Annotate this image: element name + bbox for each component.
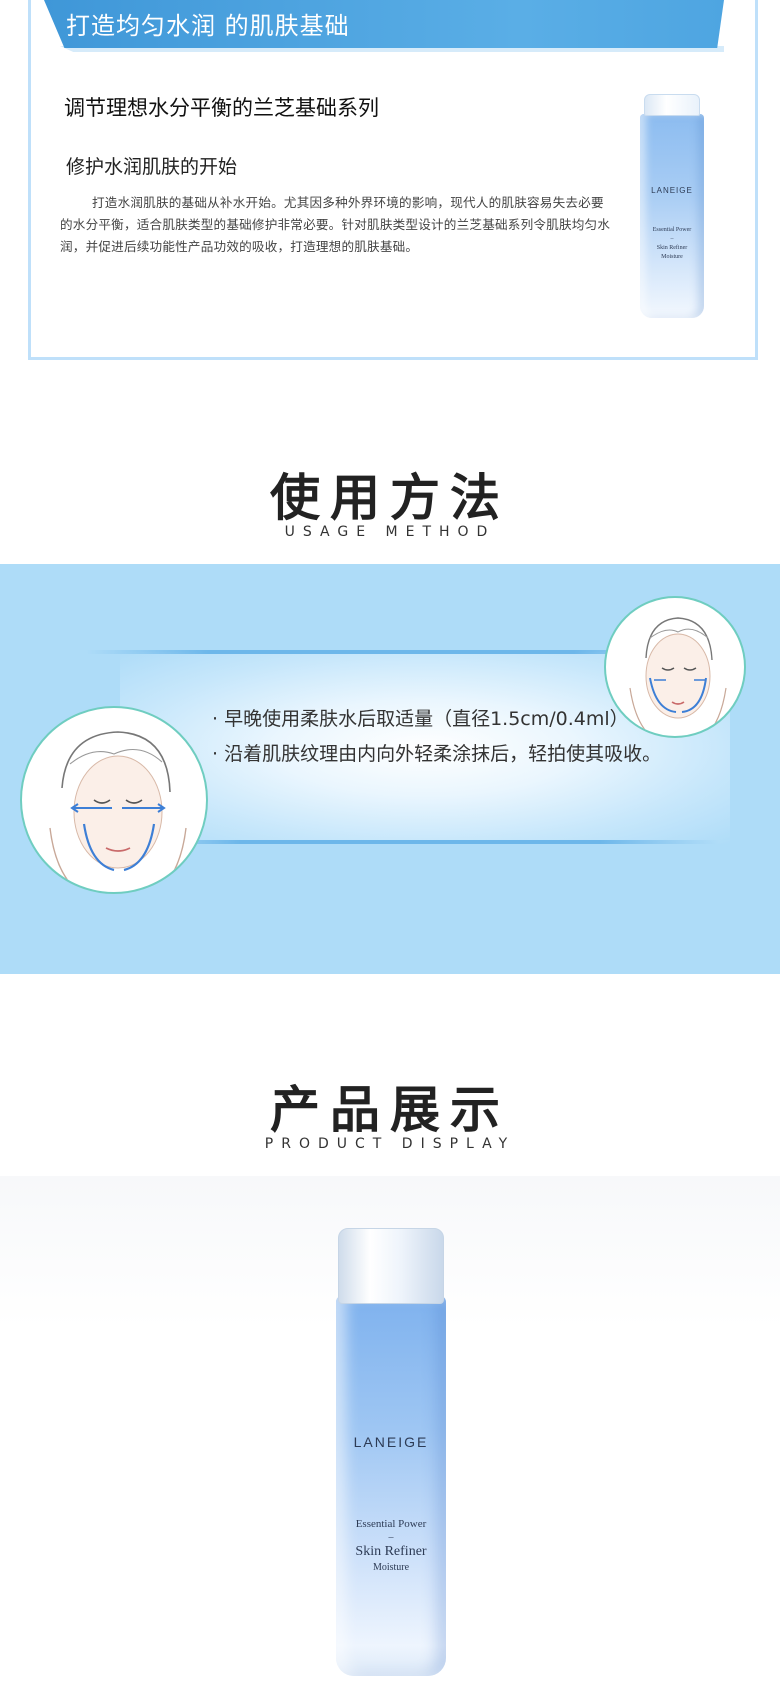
large-bottle-cap	[338, 1228, 444, 1304]
small-product-bottle: LANEIGE Essential Power – Skin Refiner M…	[640, 94, 704, 318]
face-illustration-right	[604, 596, 746, 738]
face-illustration-left	[20, 706, 208, 894]
intro-heading: 调节理想水分平衡的兰芝基础系列	[64, 96, 379, 120]
large-bottle-brand: LANEIGE	[353, 1434, 429, 1450]
display-title: 产品展示	[270, 1081, 510, 1139]
large-bottle-line3: Moisture	[372, 1562, 410, 1573]
intro-banner-text: 打造均匀水润 的肌肤基础	[66, 12, 350, 40]
bottle-line2: Skin Refiner	[656, 245, 688, 251]
face-left-icon	[49, 731, 187, 892]
face-right-icon	[629, 617, 727, 736]
large-bottle-line2: Skin Refiner	[355, 1544, 427, 1559]
bottle-line1: Essential Power	[652, 227, 692, 233]
intro-subheading: 修护水润肌肤的开始	[66, 156, 238, 178]
bottle-brand: LANEIGE	[651, 186, 693, 195]
usage-bottom-line	[120, 840, 720, 844]
intro-paragraph: 打造水润肌肤的基础从补水开始。尤其因多种外界环境的影响，现代人的肌肤容易失去必要…	[60, 195, 611, 254]
display-subtitle: PRODUCT DISPLAY	[264, 1136, 516, 1152]
large-product-bottle: LANEIGE Essential Power – Skin Refiner M…	[336, 1228, 446, 1676]
usage-step-2: · 沿着肌肤纹理由内向外轻柔涂抹后，轻拍使其吸收。	[212, 743, 662, 765]
bottle-dash: –	[670, 236, 674, 242]
large-bottle-dash: –	[388, 1532, 394, 1543]
bottle-cap	[644, 94, 700, 116]
band-zigzag-edge	[0, 960, 780, 970]
usage-step-1: · 早晚使用柔肤水后取适量（直径1.5cm/0.4ml）	[212, 708, 629, 730]
bottle-body: LANEIGE Essential Power – Skin Refiner M…	[640, 114, 704, 318]
large-bottle-line1: Essential Power	[355, 1518, 427, 1530]
usage-subtitle: USAGE METHOD	[284, 524, 496, 540]
large-bottle-body: LANEIGE Essential Power – Skin Refiner M…	[336, 1296, 446, 1676]
bottle-line3: Moisture	[661, 254, 683, 260]
bottle-label: Essential Power – Skin Refiner Moisture	[640, 226, 704, 262]
usage-title: 使用方法	[270, 469, 510, 527]
